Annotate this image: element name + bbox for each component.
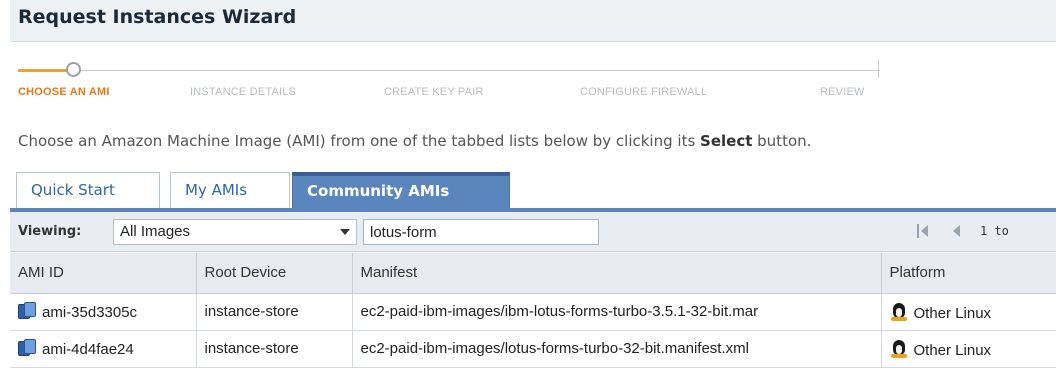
tab-quick-start[interactable]: Quick Start: [16, 172, 160, 208]
viewing-select-value: All Images: [120, 223, 191, 240]
pager-range-text: 1 to: [980, 224, 1009, 238]
manifest-cell: ec2-paid-ibm-images/lotus-forms-turbo-32…: [352, 330, 882, 368]
previous-page-arrow: [953, 225, 960, 237]
filter-toolbar: Viewing: All Images 1 to: [10, 212, 1056, 252]
platform-cell: Other Linux: [881, 293, 1056, 331]
tab-community-amis[interactable]: Community AMIs: [292, 172, 510, 208]
wizard-track: [18, 70, 880, 71]
ami-table: AMI ID Root Device Manifest Platform ami…: [10, 253, 1056, 368]
instructions-text: Choose an Amazon Machine Image (AMI) fro…: [18, 132, 811, 150]
ami-id-cell: ami-35d3305c: [10, 293, 197, 331]
table-row[interactable]: ami-4d4fae24 instance-store ec2-paid-ibm…: [10, 330, 1056, 368]
platform-value: Other Linux: [913, 341, 992, 359]
first-page-icon[interactable]: [916, 222, 930, 240]
wizard-step-instance-details: INSTANCE DETAILS: [190, 86, 297, 98]
machine-image-icon: [18, 302, 36, 320]
column-header-platform[interactable]: Platform: [881, 253, 1056, 294]
table-row[interactable]: ami-35d3305c instance-store ec2-paid-ibm…: [10, 293, 1056, 331]
linux-penguin-icon: [890, 339, 908, 359]
root-device-cell: instance-store: [196, 330, 353, 368]
table-header-row: AMI ID Root Device Manifest Platform: [10, 253, 1056, 294]
first-page-arrow: [921, 225, 928, 237]
previous-page-icon[interactable]: [950, 222, 964, 240]
instructions-prefix: Choose an Amazon Machine Image (AMI) fro…: [18, 132, 701, 150]
instructions-emphasis: Select: [700, 132, 753, 150]
instructions-suffix: button.: [752, 132, 812, 150]
platform-value: Other Linux: [913, 304, 992, 322]
wizard-current-step-marker: [66, 62, 81, 77]
wizard-step-review: REVIEW: [820, 86, 865, 98]
wizard-track-progress: [18, 69, 68, 72]
viewing-select[interactable]: All Images: [113, 219, 357, 245]
ami-id-cell: ami-4d4fae24: [10, 330, 197, 368]
search-input[interactable]: [363, 219, 599, 245]
linux-penguin-icon: [890, 302, 908, 322]
ami-id-value: ami-35d3305c: [42, 304, 138, 321]
machine-image-icon: [18, 339, 36, 357]
platform-cell: Other Linux: [881, 330, 1056, 368]
wizard-step-create-key-pair: CREATE KEY PAIR: [384, 86, 484, 98]
wizard-step-choose-ami: CHOOSE AN AMI: [18, 86, 110, 98]
wizard-track-end: [878, 60, 879, 78]
window-title-bar: Request Instances Wizard: [10, 0, 1056, 42]
tab-my-amis[interactable]: My AMIs: [170, 172, 290, 208]
root-device-cell: instance-store: [196, 293, 353, 331]
wizard-step-configure-firewall: CONFIGURE FIREWALL: [580, 86, 708, 98]
column-header-root-device[interactable]: Root Device: [196, 253, 353, 294]
column-header-manifest[interactable]: Manifest: [352, 253, 882, 294]
column-header-ami-id[interactable]: AMI ID: [10, 253, 197, 294]
viewing-label: Viewing:: [18, 224, 82, 239]
ami-id-value: ami-4d4fae24: [42, 341, 134, 358]
window-title: Request Instances Wizard: [18, 6, 297, 28]
manifest-cell: ec2-paid-ibm-images/ibm-lotus-forms-turb…: [352, 293, 882, 331]
chevron-down-icon: [340, 229, 350, 235]
first-page-bar: [917, 224, 919, 238]
